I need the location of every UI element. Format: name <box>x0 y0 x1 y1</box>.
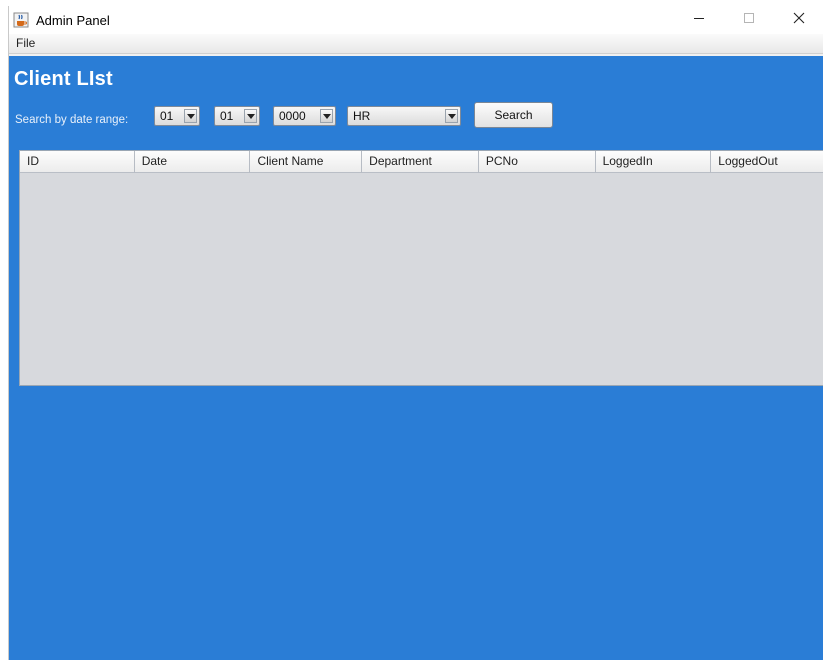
year-select-value: 0000 <box>279 109 306 123</box>
column-header-loggedin[interactable]: LoggedIn <box>596 151 712 173</box>
year-select[interactable]: 0000 <box>273 106 336 126</box>
minimize-button[interactable] <box>674 6 724 34</box>
close-button[interactable] <box>774 6 823 34</box>
chevron-down-icon[interactable] <box>184 109 197 123</box>
chevron-down-icon[interactable] <box>320 109 333 123</box>
day-select[interactable]: 01 <box>154 106 200 126</box>
java-cup-icon <box>13 12 29 28</box>
column-header-client-name[interactable]: Client Name <box>250 151 363 173</box>
search-range-label: Search by date range: <box>15 114 129 126</box>
month-select-value: 01 <box>220 109 234 123</box>
search-button[interactable]: Search <box>474 102 553 128</box>
menu-bar: File <box>9 34 823 54</box>
column-header-date[interactable]: Date <box>135 151 251 173</box>
month-select[interactable]: 01 <box>214 106 260 126</box>
page-title: Client LIst <box>14 68 113 90</box>
column-header-loggedout[interactable]: LoggedOut <box>711 151 823 173</box>
column-header-department[interactable]: Department <box>362 151 479 173</box>
close-icon <box>793 11 805 29</box>
client-table[interactable]: ID Date Client Name Department PCNo Logg… <box>19 150 823 386</box>
window-controls <box>674 6 823 34</box>
content-panel: Client LIst Search by date range: 01 01 … <box>9 56 823 660</box>
department-select-value: HR <box>353 109 371 123</box>
menu-file[interactable]: File <box>13 36 38 50</box>
chevron-down-icon[interactable] <box>445 109 458 123</box>
column-header-pcno[interactable]: PCNo <box>479 151 596 173</box>
maximize-icon <box>743 11 755 29</box>
day-select-value: 01 <box>160 109 174 123</box>
table-header: ID Date Client Name Department PCNo Logg… <box>20 151 823 173</box>
admin-panel-window: Admin Panel File Client LIst Search by d… <box>8 6 823 660</box>
maximize-button[interactable] <box>724 6 774 34</box>
column-header-id[interactable]: ID <box>20 151 135 173</box>
department-select[interactable]: HR <box>347 106 461 126</box>
chevron-down-icon[interactable] <box>244 109 257 123</box>
minimize-icon <box>693 11 705 29</box>
title-bar: Admin Panel <box>9 6 823 34</box>
window-title: Admin Panel <box>36 12 110 28</box>
